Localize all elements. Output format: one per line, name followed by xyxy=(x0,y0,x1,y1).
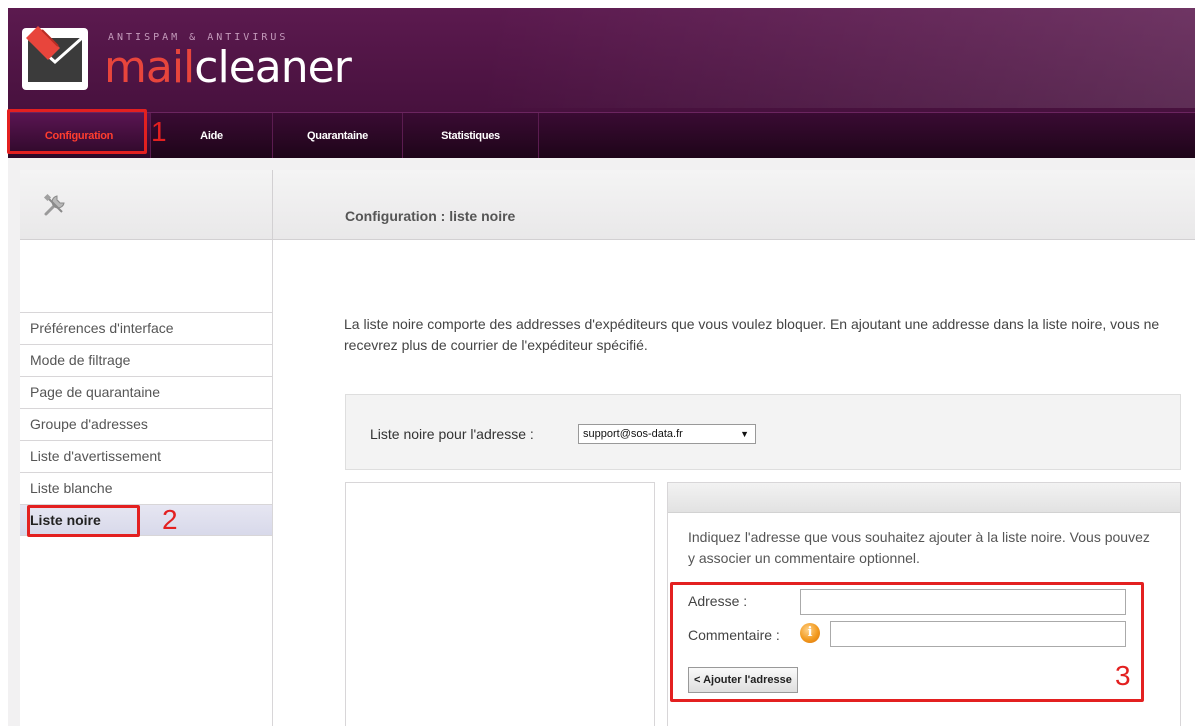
sidebar-item-whitelist[interactable]: Liste blanche xyxy=(20,472,273,504)
sidebar-item-quarantine-page[interactable]: Page de quarantaine xyxy=(20,376,273,408)
blacklist-entries-box xyxy=(345,482,655,726)
page-title: Configuration : liste noire xyxy=(345,208,516,224)
annotation-box-2 xyxy=(27,505,140,537)
sidebar-item-interface-preferences[interactable]: Préférences d'interface xyxy=(20,312,273,344)
add-panel-header xyxy=(668,483,1180,513)
intro-text: La liste noire comporte des addresses d'… xyxy=(344,316,1160,353)
brand-name: mailcleaner xyxy=(104,46,352,90)
nav-tab-quarantaine[interactable]: Quarantaine xyxy=(273,113,403,158)
title-bar: Configuration : liste noire xyxy=(20,170,1195,240)
annotation-number-2: 2 xyxy=(162,504,178,535)
tools-cell xyxy=(20,170,273,240)
sidebar-item-warning-list[interactable]: Liste d'avertissement xyxy=(20,440,273,472)
address-selector-label: Liste noire pour l'adresse : xyxy=(370,426,534,442)
sidebar-item-filter-mode[interactable]: Mode de filtrage xyxy=(20,344,273,376)
envelope-logo-icon[interactable] xyxy=(20,24,92,96)
annotation-number-1: 1 xyxy=(151,116,167,147)
nav-tab-aide[interactable]: Aide xyxy=(151,113,273,158)
address-selector-panel: Liste noire pour l'adresse : support@sos… xyxy=(345,394,1181,470)
address-select[interactable]: support@sos-data.fr ▼ xyxy=(578,424,756,444)
sidebar-item-address-group[interactable]: Groupe d'adresses xyxy=(20,408,273,440)
address-select-value: support@sos-data.fr xyxy=(583,428,683,440)
annotation-box-1 xyxy=(7,109,147,154)
main-nav: Configuration Aide Quarantaine Statistiq… xyxy=(8,112,1195,158)
tools-icon xyxy=(43,193,65,216)
app-header: ANTISPAM & ANTIVIRUS mailcleaner Configu… xyxy=(8,8,1195,158)
nav-tab-statistiques[interactable]: Statistiques xyxy=(403,113,539,158)
brand-name-part1: mail xyxy=(104,42,195,93)
annotation-box-3 xyxy=(670,582,1144,702)
chevron-down-icon: ▼ xyxy=(740,429,749,439)
annotation-number-3: 3 xyxy=(1115,660,1131,691)
brand-name-part2: cleaner xyxy=(194,42,351,93)
sidebar: Préférences d'interface Mode de filtrage… xyxy=(20,240,273,726)
add-help-text: Indiquez l'adresse que vous souhaitez aj… xyxy=(688,529,1150,566)
